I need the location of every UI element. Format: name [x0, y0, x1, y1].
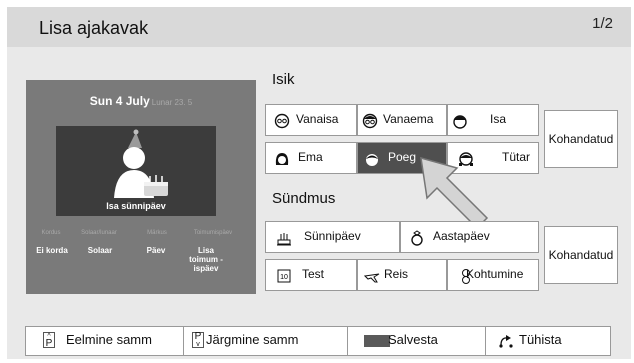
ring-icon	[411, 230, 423, 246]
page-indicator: 1/2	[592, 15, 613, 32]
event-button-meeting[interactable]: Kohtumine	[447, 259, 539, 291]
option-label-repeat: Kordus	[41, 230, 61, 236]
bottom-action-bar: ^ P Eelmine samm Pv Järgmine samm Salvest…	[25, 326, 611, 356]
event-button-birthday[interactable]: Sünnipäev	[265, 221, 400, 253]
event-label-anniversary: Aastapäev	[433, 229, 490, 243]
person-section-title: Isik	[272, 71, 295, 88]
option-label-calendar: Solaar/lunaar	[81, 230, 117, 236]
cancel-label: Tühista	[519, 332, 562, 347]
preview-option-values: Ei korda Solaar Päev Lisa toimum -ispäev	[26, 246, 256, 286]
option-value-calendar: Solaar	[87, 246, 113, 255]
person-button-mother[interactable]: Ema	[265, 142, 357, 174]
exam-icon: 10	[277, 269, 291, 283]
preview-date-label: Sun 4 July	[89, 94, 150, 108]
save-color-key-icon	[364, 335, 390, 347]
person-label-mother: Ema	[298, 150, 323, 164]
airplane-icon	[364, 273, 380, 283]
previous-step-button[interactable]: ^ P Eelmine samm	[26, 327, 184, 355]
previous-step-label: Eelmine samm	[66, 332, 152, 347]
event-custom-label: Kohandatud	[548, 248, 614, 262]
event-custom-button[interactable]: Kohandatud	[544, 226, 618, 284]
father-icon	[453, 115, 467, 129]
event-label-birthday: Sünnipäev	[304, 229, 361, 243]
schedule-dialog: Lisa ajakavak 1/2 Sun 4 JulyLunar 23. 5	[7, 7, 631, 359]
next-step-label: Järgmine samm	[206, 332, 299, 347]
preview-option-labels: Kordus Solaar/lunaar Märkus Toimumispäev	[26, 230, 256, 240]
event-label-test: Test	[302, 267, 325, 281]
next-key-icon: Pv	[192, 332, 204, 348]
svg-text:10: 10	[280, 274, 288, 281]
option-value-repeat: Ei korda	[36, 246, 68, 255]
schedule-preview-card: Sun 4 July Lunar 23. 5 Isa sünnipäev Kor…	[26, 80, 256, 294]
grandmother-icon	[362, 113, 378, 129]
option-value-event-day: Lisa toimum -ispäev	[189, 246, 223, 273]
person-label-grandfather: Vanaisa	[296, 112, 339, 126]
previous-key-icon: ^ P	[43, 332, 55, 349]
event-button-anniversary[interactable]: Aastapäev	[400, 221, 539, 253]
person-label-son: Poeg	[388, 150, 417, 164]
son-icon	[366, 154, 378, 166]
person-label-daughter: Tütar	[502, 150, 531, 164]
person-button-father[interactable]: Isa	[447, 104, 539, 136]
person-custom-button[interactable]: Kohandatud	[544, 110, 618, 168]
option-label-event-day: Toimumispäev	[193, 230, 233, 236]
save-button[interactable]: Salvesta	[348, 327, 486, 355]
previous-key-label: P	[45, 338, 53, 349]
option-label-note: Märkus	[147, 230, 167, 236]
preview-caption: Isa sünnipäev	[106, 201, 166, 211]
event-button-trip[interactable]: Reis	[357, 259, 447, 291]
page-title: Lisa ajakavak	[39, 18, 149, 38]
mother-icon	[275, 153, 289, 165]
next-step-button[interactable]: Pv Järgmine samm	[184, 327, 348, 355]
person-label-grandmother: Vanaema	[383, 112, 434, 126]
return-icon	[499, 335, 513, 348]
birthday-cake-icon	[277, 233, 291, 246]
cancel-button[interactable]: Tühista	[486, 327, 610, 355]
event-label-trip: Reis	[384, 267, 409, 281]
title-bar: Lisa ajakavak 1/2	[7, 7, 631, 47]
preview-image: Isa sünnipäev	[56, 126, 216, 216]
save-label: Salvesta	[388, 332, 438, 347]
preview-date: Sun 4 July Lunar 23. 5	[26, 94, 256, 108]
person-button-grandmother[interactable]: Vanaema	[357, 104, 447, 136]
person-label-father: Isa	[490, 112, 507, 126]
person-custom-label: Kohandatud	[548, 132, 614, 146]
person-button-grandfather[interactable]: Vanaisa	[265, 104, 357, 136]
event-button-test[interactable]: 10 Test	[265, 259, 357, 291]
grandfather-icon	[274, 113, 290, 129]
option-value-note: Päev	[146, 246, 166, 255]
event-section-title: Sündmus	[272, 190, 336, 207]
preview-lunar-date: Lunar 23. 5	[151, 98, 193, 107]
event-label-meeting: Kohtumine	[466, 267, 524, 281]
cursor-arrow-icon	[420, 156, 489, 229]
